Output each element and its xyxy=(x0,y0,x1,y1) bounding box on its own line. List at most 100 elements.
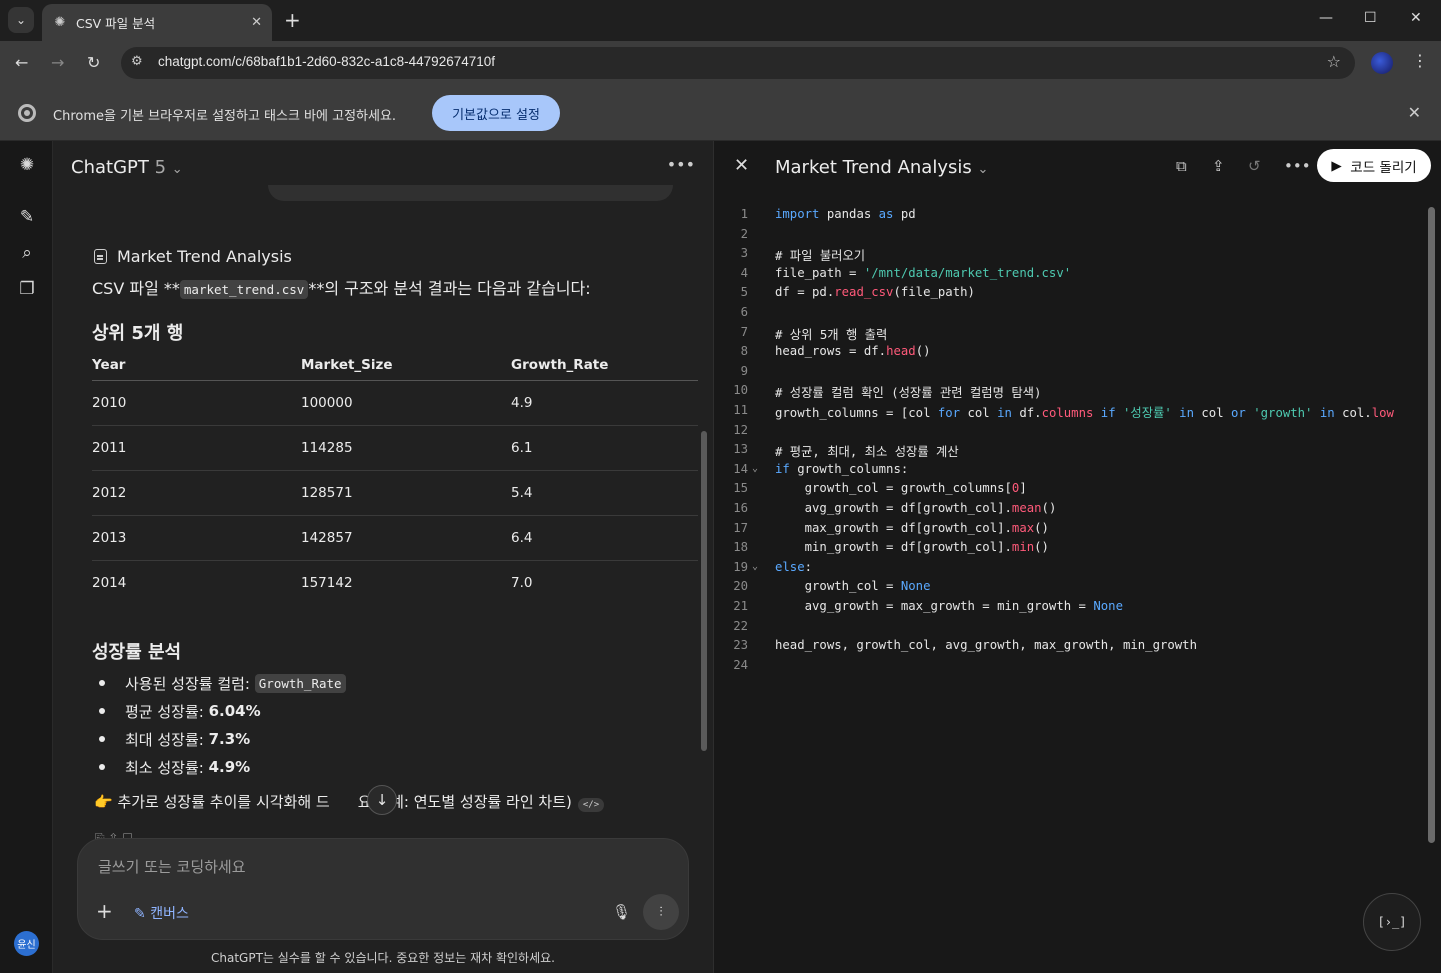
chat-scrollbar[interactable] xyxy=(701,431,707,751)
set-default-button[interactable]: 기본값으로 설정 xyxy=(432,95,560,131)
close-canvas-icon[interactable]: ✕ xyxy=(734,155,749,176)
inline-code-filename: market_trend.csv xyxy=(179,280,309,299)
document-icon xyxy=(94,249,107,264)
model-version: 5 xyxy=(154,157,167,178)
user-avatar[interactable]: 윤신 xyxy=(14,931,39,956)
search-icon[interactable]: ⌕ xyxy=(17,243,37,263)
table-cell: 114285 xyxy=(301,425,511,471)
maximize-icon[interactable]: ☐ xyxy=(1364,10,1377,26)
data-table: Year Market_Size Growth_Rate 2010 100000 4… xyxy=(92,351,698,605)
line-number: 24 xyxy=(733,657,748,672)
console-button[interactable]: [›_] xyxy=(1363,893,1421,951)
openai-logo-icon[interactable]: ✺ xyxy=(17,155,37,175)
table-cell: 7.0 xyxy=(511,574,533,591)
line-number: 4 xyxy=(740,265,748,280)
code-line: growth_col = None xyxy=(775,579,931,594)
line-number: 1 xyxy=(740,207,748,221)
table-row: 2013 142857 6.4 xyxy=(92,515,698,561)
table-cell: 2013 xyxy=(92,515,301,561)
code-line: else: xyxy=(775,559,813,574)
code-line: avg_growth = max_growth = min_growth = N… xyxy=(775,599,1123,613)
code-line: max_growth = df[growth_col].max() xyxy=(775,520,1049,535)
profile-avatar-icon[interactable] xyxy=(1371,52,1393,74)
tab-title: CSV 파일 분석 xyxy=(76,16,156,31)
scroll-down-button[interactable]: ↓ xyxy=(367,785,397,815)
stat-value: 4.9% xyxy=(208,758,251,776)
composer-input[interactable]: 글쓰기 또는 코딩하세요 xyxy=(98,856,246,877)
new-chat-icon[interactable]: ✎ xyxy=(17,207,37,227)
code-line: # 파일 불러오기 xyxy=(775,249,866,264)
user-message-bubble-edge xyxy=(268,185,673,201)
more-options-icon[interactable]: ••• xyxy=(1284,157,1311,175)
infobar-close-icon[interactable]: ✕ xyxy=(1408,103,1421,122)
default-browser-infobar: Chrome을 기본 브라우저로 설정하고 태스크 바에 고정하세요. 기본값으… xyxy=(0,85,1441,141)
list-item: 최대 성장률: 7.3% xyxy=(99,725,346,753)
share-icon[interactable]: ⇪ xyxy=(1212,157,1225,175)
line-number: 2 xyxy=(740,226,748,241)
code-line: min_growth = df[growth_col].min() xyxy=(775,540,1049,555)
bookmark-star-icon[interactable]: ☆ xyxy=(1327,52,1341,71)
line-number: 12 xyxy=(733,422,748,437)
code-line: head_rows, growth_col, avg_growth, max_g… xyxy=(775,638,1197,653)
browser-tab-active[interactable]: ✺ CSV 파일 분석 ✕ xyxy=(42,4,272,41)
canvas-doc-reference[interactable]: Market Trend Analysis xyxy=(94,247,292,266)
url-text[interactable]: chatgpt.com/c/68baf1b1-2d60-832c-a1c8-44… xyxy=(158,54,495,69)
reload-icon[interactable]: ↻ xyxy=(87,53,100,72)
line-number: 13 xyxy=(733,442,748,457)
tab-search-button[interactable]: ⌄ xyxy=(8,7,34,33)
table-cell: 100000 xyxy=(301,380,511,426)
minimize-icon[interactable]: — xyxy=(1319,10,1333,26)
section-title-growth: 성장률 분석 xyxy=(92,642,182,663)
site-info-icon[interactable]: ⚙ xyxy=(131,54,143,69)
line-number: 9 xyxy=(740,363,748,378)
line-number: 19 xyxy=(733,559,748,574)
chat-options-icon[interactable]: ••• xyxy=(667,155,695,174)
doc-reference-title: Market Trend Analysis xyxy=(117,247,292,266)
canvas-scrollbar[interactable] xyxy=(1428,207,1435,843)
forward-icon[interactable]: → xyxy=(51,53,64,72)
table-row: 2014 157142 7.0 xyxy=(92,560,698,605)
table-row: 2010 100000 4.9 xyxy=(92,380,698,426)
canvas-title[interactable]: Market Trend Analysis ⌄ xyxy=(775,157,988,178)
line-number: 18 xyxy=(733,540,748,555)
table-header: Market_Size xyxy=(301,351,511,381)
history-icon[interactable]: ↺ xyxy=(1248,157,1261,175)
code-line: growth_columns = [col for col in df.colu… xyxy=(775,406,1394,420)
stat-code-value: Growth_Rate xyxy=(254,673,346,693)
back-icon[interactable]: ← xyxy=(15,53,28,72)
address-bar[interactable]: ⚙ chatgpt.com/c/68baf1b1-2d60-832c-a1c8-… xyxy=(121,47,1355,79)
fold-chevron-icon[interactable]: ⌄ xyxy=(752,463,758,474)
voice-mode-icon[interactable]: ⫶ xyxy=(643,894,679,930)
close-window-icon[interactable]: ✕ xyxy=(1410,10,1422,26)
line-number: 17 xyxy=(733,520,748,535)
code-icon[interactable]: </> xyxy=(577,798,605,812)
table-cell: 128571 xyxy=(301,470,511,516)
list-item: 사용된 성장률 컬럼: Growth_Rate xyxy=(99,669,346,697)
canvas-tool-button[interactable]: ✎ 캔버스 xyxy=(134,903,189,923)
model-selector[interactable]: ChatGPT 5 ⌄ xyxy=(71,157,183,178)
fold-chevron-icon[interactable]: ⌄ xyxy=(752,561,758,572)
microphone-icon[interactable]: 🎙 xyxy=(612,903,631,921)
table-cell: 2014 xyxy=(92,574,127,591)
chat-panel: ChatGPT 5 ⌄ ••• Market Trend Analysis CS… xyxy=(53,141,713,973)
table-cell: 6.4 xyxy=(511,515,698,561)
intro-suffix: **의 구조와 분석 결과는 다음과 같습니다: xyxy=(308,279,591,298)
chevron-down-icon: ⌄ xyxy=(171,162,183,177)
plus-icon[interactable]: + xyxy=(96,899,113,923)
close-tab-icon[interactable]: ✕ xyxy=(251,15,262,30)
new-tab-button[interactable]: + xyxy=(284,8,301,32)
tab-bar: ⌄ ✺ CSV 파일 분석 ✕ + — ☐ ✕ xyxy=(0,0,1441,41)
browser-menu-icon[interactable]: ⋮ xyxy=(1412,51,1428,70)
stat-value: 7.3% xyxy=(208,730,251,748)
line-number: 3 xyxy=(740,246,748,261)
stat-label: 사용된 성장률 컬럼: xyxy=(125,674,250,693)
library-icon[interactable]: ❐ xyxy=(17,279,37,299)
line-number: 20 xyxy=(733,579,748,594)
run-code-button[interactable]: ▶ 코드 돌리기 xyxy=(1317,149,1431,182)
line-number: 14 xyxy=(733,461,748,476)
copy-icon[interactable]: ⧉ xyxy=(1176,157,1187,175)
code-line: head_rows = df.head() xyxy=(775,344,931,359)
line-number: 7 xyxy=(740,324,748,339)
canvas-title-text: Market Trend Analysis xyxy=(775,157,972,178)
line-number: 16 xyxy=(733,501,748,515)
